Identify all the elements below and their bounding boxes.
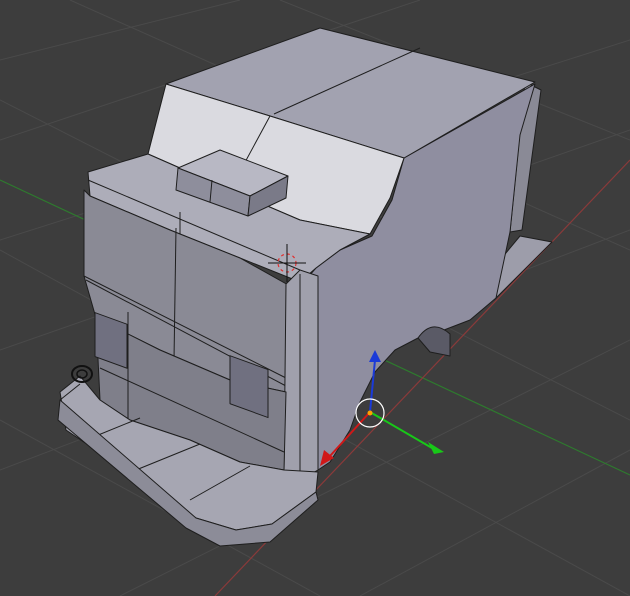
front-corner-face: [283, 269, 319, 481]
object-origin-dot[interactable]: [367, 410, 373, 416]
gizmo-y-axis[interactable]: [369, 411, 433, 449]
truck-cab-mesh[interactable]: [57, 27, 553, 547]
viewport-canvas[interactable]: [0, 0, 630, 596]
3d-viewport[interactable]: [0, 0, 630, 596]
